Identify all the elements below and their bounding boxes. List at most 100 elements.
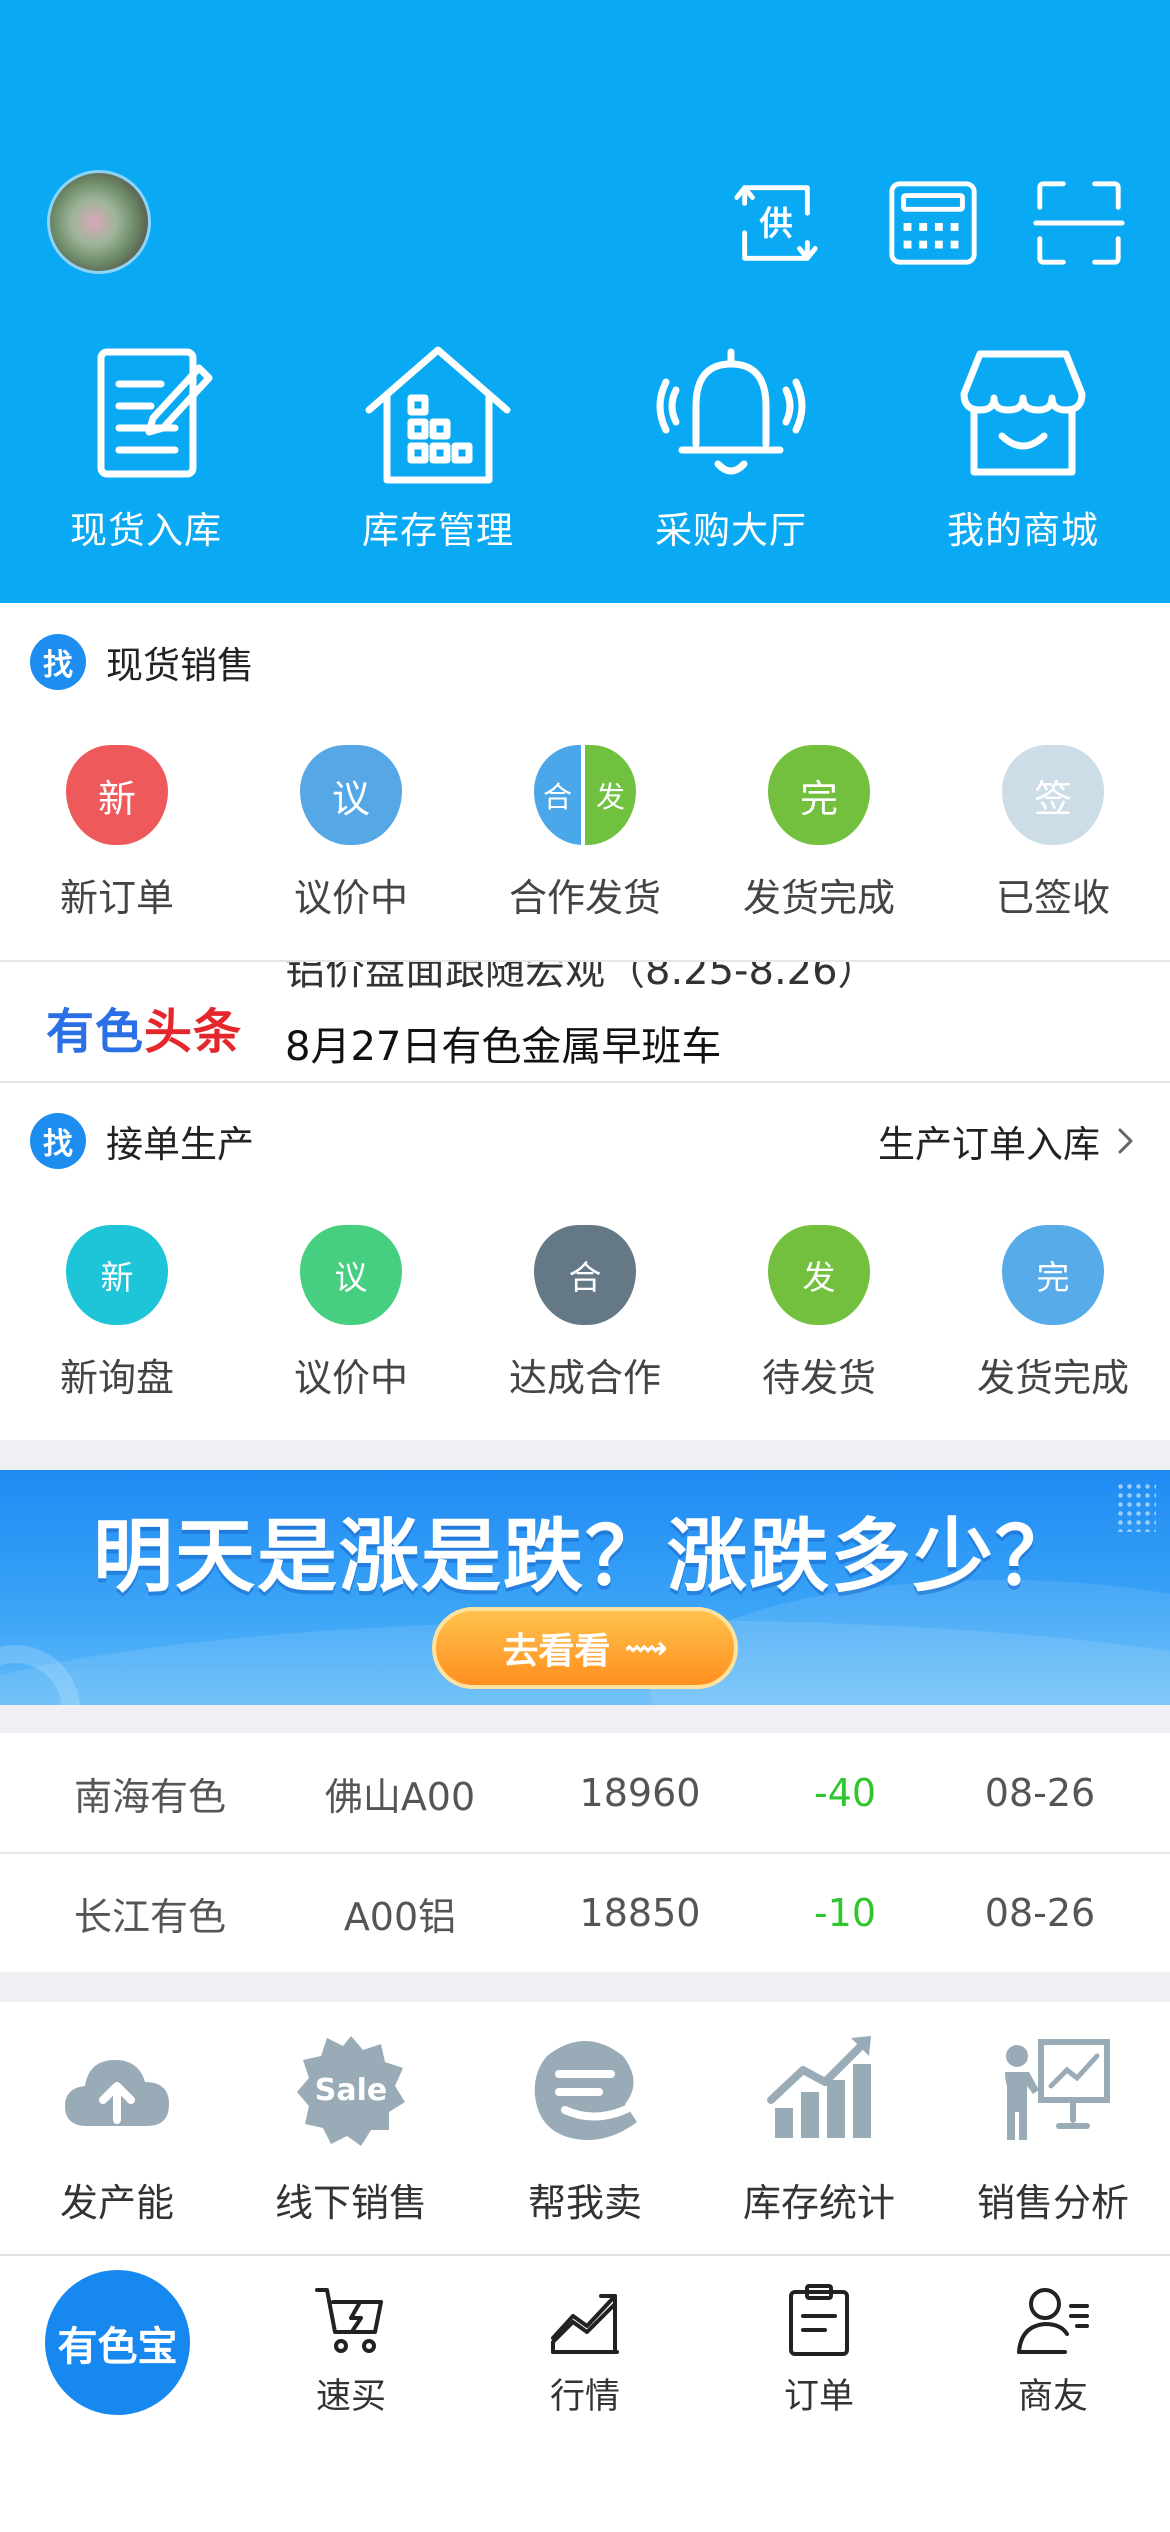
section-title: 现货销售 bbox=[106, 644, 254, 687]
calculator-icon[interactable] bbox=[884, 174, 982, 272]
product-name: A00铝 bbox=[343, 1894, 457, 1939]
contacts-icon bbox=[1017, 2288, 1089, 2354]
scan-icon[interactable] bbox=[1030, 174, 1128, 272]
status-label: 议价中 bbox=[293, 1356, 408, 1400]
section-title: 接单生产 bbox=[106, 1123, 254, 1166]
status-signed[interactable]: 签 已签收 bbox=[936, 745, 1170, 945]
negotiating-icon: 议 bbox=[300, 745, 402, 845]
status-shipped[interactable]: 完 发货完成 bbox=[936, 1225, 1170, 1425]
production-status-row: 新 新询盘 议 议价中 合 达成合作 发 待发货 完 发货完成 bbox=[0, 1225, 1170, 1425]
market-name: 长江有色 bbox=[73, 1894, 226, 1939]
cart-icon bbox=[315, 2288, 383, 2353]
arrow-icon: ⟿ bbox=[624, 1630, 668, 1666]
cooperate-glyph: 合 bbox=[534, 745, 585, 845]
tool-sales-analysis[interactable]: 销售分析 bbox=[936, 2030, 1170, 2250]
tab-orders[interactable]: 订单 bbox=[702, 2282, 936, 2419]
go-see-label: 去看看 bbox=[502, 1631, 611, 1672]
avatar[interactable] bbox=[47, 170, 151, 274]
nav-inventory[interactable]: 库存管理 bbox=[292, 340, 584, 570]
tab-market[interactable]: 行情 bbox=[468, 2282, 702, 2419]
header: 供 现货入库 库存管理 采购大厅 我的商城 bbox=[0, 0, 1170, 603]
nav-label: 我的商城 bbox=[947, 509, 1099, 552]
tab-label: 订单 bbox=[783, 2377, 854, 2417]
status-label: 发货完成 bbox=[976, 1356, 1129, 1400]
tab-label: 速买 bbox=[315, 2377, 386, 2417]
status-cooperative-shipping[interactable]: 合 发 合作发货 bbox=[468, 745, 702, 945]
trend-icon bbox=[551, 2294, 619, 2354]
shipped-icon: 完 bbox=[768, 745, 870, 845]
presentation-icon bbox=[1005, 2039, 1110, 2140]
price-row[interactable]: 南海有色 佛山A00 18960 -40 08-26 bbox=[0, 1733, 1170, 1853]
status-negotiating[interactable]: 议 议价中 bbox=[234, 745, 468, 945]
chevron-right-icon[interactable] bbox=[1110, 1126, 1140, 1156]
tab-home[interactable]: 有色宝 bbox=[45, 2270, 190, 2415]
bar-chart-icon bbox=[767, 2036, 871, 2138]
new-order-icon: 新 bbox=[66, 745, 168, 845]
tab-bar: 有色宝 速买 行情 订单 商友 bbox=[0, 2254, 1170, 2532]
cooperative-shipping-icon: 合 发 bbox=[534, 745, 636, 845]
tab-contacts[interactable]: 商友 bbox=[936, 2282, 1170, 2419]
news-previous-headline: 铝价盘面跟随宏观（8.25-8.26） bbox=[285, 962, 878, 994]
tool-label: 线下销售 bbox=[274, 2181, 427, 2225]
tab-quick-buy[interactable]: 速买 bbox=[234, 2282, 468, 2419]
status-new-order[interactable]: 新 新订单 bbox=[0, 745, 234, 945]
status-label: 达成合作 bbox=[508, 1356, 661, 1400]
status-label: 新询盘 bbox=[59, 1356, 174, 1400]
product-name: 佛山A00 bbox=[324, 1774, 476, 1819]
price-date: 08-26 bbox=[984, 1771, 1096, 1815]
forecast-banner[interactable]: 明天是涨是跌？涨跌多少？ 去看看 ⟿ bbox=[0, 1470, 1170, 1705]
status-to-ship[interactable]: 发 待发货 bbox=[702, 1225, 936, 1425]
tool-label: 销售分析 bbox=[976, 2181, 1129, 2225]
nav-label: 现货入库 bbox=[70, 509, 222, 552]
svg-text:Sale: Sale bbox=[315, 2073, 387, 2108]
production-order-stock-in-link[interactable]: 生产订单入库 bbox=[878, 1114, 1100, 1168]
go-see-button[interactable]: 去看看 ⟿ bbox=[432, 1607, 738, 1689]
news-logo-part2: 头条 bbox=[144, 1004, 243, 1060]
section-gap bbox=[0, 1705, 1170, 1733]
tool-offline-sales[interactable]: Sale 线下销售 bbox=[234, 2030, 468, 2250]
status-label: 发货完成 bbox=[742, 876, 895, 920]
tool-inventory-stats[interactable]: 库存统计 bbox=[702, 2030, 936, 2250]
nav-stock-in[interactable]: 现货入库 bbox=[0, 340, 292, 570]
status-negotiating[interactable]: 议 议价中 bbox=[234, 1225, 468, 1425]
signed-icon: 签 bbox=[1002, 745, 1104, 845]
find-badge: 找 bbox=[30, 634, 86, 690]
to-ship-icon: 发 bbox=[768, 1225, 870, 1325]
news-ticker[interactable]: 有色头条 铝价盘面跟随宏观（8.25-8.26） 8月27日有色金属早班车 bbox=[0, 962, 1170, 1080]
status-label: 已签收 bbox=[995, 876, 1110, 920]
svg-text:供: 供 bbox=[758, 204, 792, 243]
sale-badge-icon: Sale bbox=[297, 2036, 405, 2146]
status-agreed[interactable]: 合 达成合作 bbox=[468, 1225, 702, 1425]
news-logo-part1: 有色 bbox=[46, 1004, 145, 1060]
tab-label: 商友 bbox=[1017, 2377, 1088, 2417]
tool-publish-capacity[interactable]: 发产能 bbox=[0, 2030, 234, 2250]
tab-label: 行情 bbox=[549, 2377, 620, 2417]
price-change: -10 bbox=[813, 1891, 877, 1935]
agreed-icon: 合 bbox=[534, 1225, 636, 1325]
nav-label: 采购大厅 bbox=[655, 509, 807, 552]
status-label: 新订单 bbox=[59, 876, 174, 920]
section-gap bbox=[0, 1440, 1170, 1470]
shipped-icon: 完 bbox=[1002, 1225, 1104, 1325]
negotiating-icon: 议 bbox=[300, 1225, 402, 1325]
news-logo: 有色头条 bbox=[46, 992, 242, 1062]
status-new-inquiry[interactable]: 新 新询盘 bbox=[0, 1225, 234, 1425]
status-label: 议价中 bbox=[293, 876, 408, 920]
market-name: 南海有色 bbox=[73, 1774, 226, 1819]
price-date: 08-26 bbox=[984, 1891, 1096, 1935]
status-label: 合作发货 bbox=[508, 876, 661, 920]
bell-icon bbox=[656, 348, 806, 475]
news-headline[interactable]: 8月27日有色金属早班车 bbox=[285, 1014, 721, 1072]
tool-help-sell[interactable]: 帮我卖 bbox=[468, 2030, 702, 2250]
banner-title: 明天是涨是跌？涨跌多少？ bbox=[93, 1510, 1077, 1603]
nav-my-store[interactable]: 我的商城 bbox=[877, 340, 1169, 570]
status-shipped[interactable]: 完 发货完成 bbox=[702, 745, 936, 945]
help-sell-icon bbox=[534, 2041, 637, 2140]
ship-glyph: 发 bbox=[585, 745, 636, 845]
nav-purchase-hall[interactable]: 采购大厅 bbox=[585, 340, 877, 570]
tool-label: 发产能 bbox=[59, 2181, 174, 2225]
stock-in-icon bbox=[97, 348, 213, 478]
supply-icon[interactable]: 供 bbox=[727, 174, 825, 272]
tool-label: 库存统计 bbox=[742, 2181, 895, 2225]
price-row[interactable]: 长江有色 A00铝 18850 -10 08-26 bbox=[0, 1853, 1170, 1973]
